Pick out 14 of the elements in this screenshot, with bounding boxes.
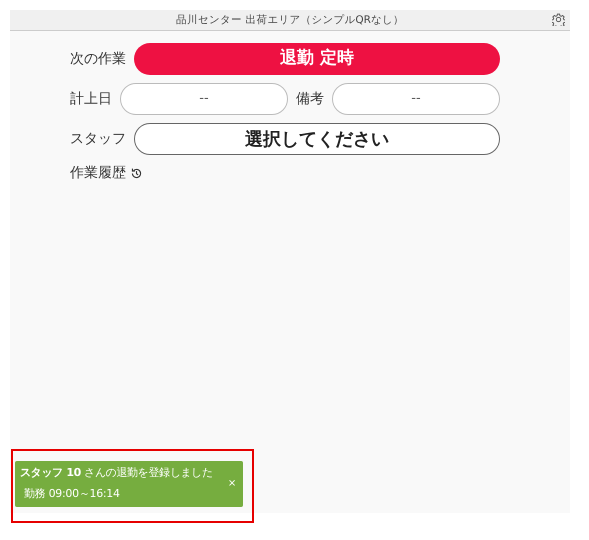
next-task-button[interactable]: 退勤 定時	[134, 43, 500, 75]
window-title: 品川センター 出荷エリア（シンプルQRなし）	[176, 14, 404, 26]
note-field[interactable]: --	[332, 83, 500, 115]
section-label: 作業履歴	[70, 164, 126, 183]
date-field[interactable]: --	[120, 83, 288, 115]
toast-detail: 勤務 09:00～16:14	[24, 486, 121, 502]
toast-message: スタッフ 10 さんの退勤を登録しました	[20, 465, 214, 481]
history-icon[interactable]	[130, 167, 143, 180]
staff-select-button[interactable]: 選択してください	[134, 123, 500, 155]
field-label: スタッフ	[70, 130, 126, 148]
field-label: 計上日	[70, 90, 112, 108]
field-label: 次の作業	[70, 50, 126, 68]
field-label: 備考	[296, 90, 324, 108]
settings-icon[interactable]	[552, 13, 565, 26]
